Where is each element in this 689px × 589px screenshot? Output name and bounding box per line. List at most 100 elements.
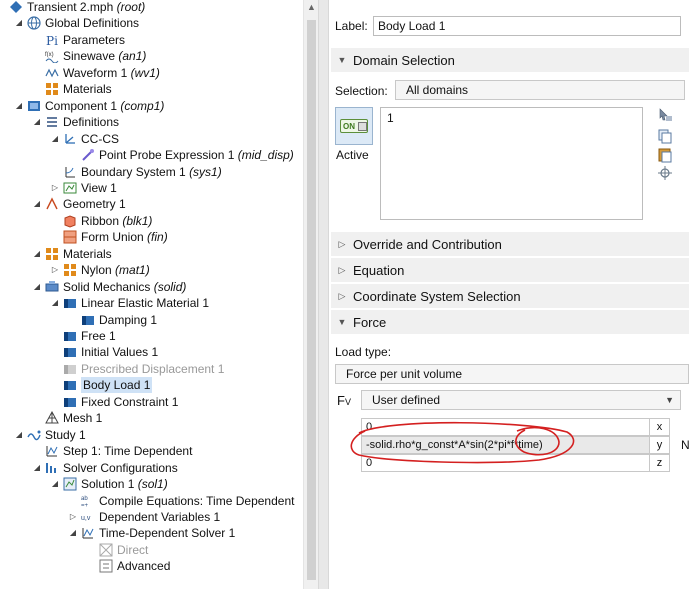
tree-scrollbar[interactable]: ▲ [303, 0, 318, 589]
load-type-dropdown[interactable]: Force per unit volume [335, 364, 689, 384]
force-x-input[interactable]: 0 [361, 418, 650, 436]
tree-node[interactable]: Advanced [86, 558, 170, 574]
tree-node-label: Nylon (mat1) [81, 263, 150, 278]
scrollbar-thumb[interactable] [307, 20, 316, 580]
tree-collapse-icon[interactable]: ◢ [32, 114, 42, 130]
tree-node-label: Fixed Constraint 1 [81, 394, 179, 409]
tree-collapse-icon[interactable]: ◢ [50, 476, 60, 492]
tree-node[interactable]: Fixed Constraint 1 [50, 394, 178, 410]
force-z-input[interactable]: 0 [361, 454, 650, 472]
force-y-input[interactable]: -solid.rho*g_const*A*sin(2*pi*f*time) [361, 436, 650, 454]
selection-dropdown[interactable]: All domains [395, 80, 685, 100]
tree-node[interactable]: ◢ Study 1 [14, 427, 86, 443]
section-domain-selection[interactable]: ▼ Domain Selection [331, 48, 689, 72]
tree-collapse-icon[interactable]: ◢ [14, 98, 24, 114]
time-dependent-step-icon [44, 443, 60, 459]
physics-feature-icon [62, 295, 78, 311]
tree-collapse-icon[interactable]: ◢ [50, 295, 60, 311]
geometry-icon [44, 196, 60, 212]
physics-feature-disabled-icon [62, 361, 78, 377]
tree-node-label: Materials [63, 82, 112, 97]
tree-node[interactable]: ▷ Nylon (mat1) [50, 262, 150, 278]
tree-node[interactable]: ◢ Geometry 1 [32, 196, 126, 212]
scroll-up-icon[interactable]: ▲ [304, 2, 319, 12]
panel-splitter[interactable] [318, 0, 329, 589]
zoom-to-selection-icon[interactable] [658, 166, 672, 180]
tree-node[interactable]: Initial Values 1 [50, 344, 158, 360]
label-field[interactable]: Body Load 1 [373, 16, 681, 36]
tree-expand-icon[interactable]: ▷ [50, 262, 60, 278]
solid-mechanics-icon [44, 279, 60, 295]
tree-node-label: Study 1 [45, 427, 86, 442]
tree-collapse-icon[interactable]: ◢ [32, 279, 42, 295]
tree-collapse-icon[interactable]: ◢ [32, 196, 42, 212]
tree-node[interactable]: ◢ Component 1 (comp1) [14, 98, 164, 114]
tree-expand-icon[interactable]: ▷ [68, 509, 78, 525]
add-to-selection-icon[interactable] [659, 108, 672, 121]
tree-node[interactable]: Boundary System 1 (sys1) [50, 164, 222, 180]
tree-node[interactable]: ◢ Solid Mechanics (solid) [32, 279, 186, 295]
tree-node[interactable]: ◢ Time-Dependent Solver 1 [68, 525, 235, 541]
tree-node-label: Waveform 1 (wv1) [63, 65, 160, 80]
tree-node[interactable]: Direct [86, 542, 148, 558]
physics-subfeature-icon [80, 312, 96, 328]
force-unit: N [681, 438, 689, 452]
section-force[interactable]: ▼ Force [331, 310, 689, 334]
section-equation[interactable]: ▷ Equation [331, 258, 689, 282]
tree-node[interactable]: ▷ View 1 [50, 180, 117, 196]
tree-node[interactable]: Mesh 1 [32, 410, 102, 426]
collapsed-chevron-icon: ▷ [338, 238, 346, 249]
model-builder-tree[interactable]: Transient 2.mph (root) ◢ Global Definition… [0, 0, 318, 589]
tree-node[interactable]: ab =+ Compile Equations: Time Dependent [68, 493, 294, 509]
section-coordinate-system-selection[interactable]: ▷ Coordinate System Selection [331, 284, 689, 308]
tree-node[interactable]: Form Union (fin) [50, 229, 168, 245]
tree-node[interactable]: ◢ Solution 1 (sol1) [50, 476, 168, 492]
tree-node[interactable]: ▷ u,v Dependent Variables 1 [68, 509, 220, 525]
tree-node[interactable]: Prescribed Displacement 1 [50, 361, 224, 377]
section-title: Override and Contribution [353, 236, 502, 252]
domain-list-item[interactable]: 1 [381, 108, 642, 125]
tree-node[interactable]: Body Load 1 [50, 377, 153, 394]
tree-node[interactable]: Free 1 [50, 328, 116, 344]
fv-mode-dropdown[interactable]: User defined ▼ [361, 390, 681, 410]
paste-icon[interactable] [658, 148, 672, 163]
tree-node[interactable]: ◢ Linear Elastic Material 1 [50, 295, 209, 311]
tree-node-label: CC-CS [81, 131, 119, 146]
tree-node[interactable]: Pi Parameters [32, 32, 125, 48]
expanded-chevron-icon: ▼ [337, 55, 347, 65]
svg-text:=+: =+ [81, 503, 89, 508]
tree-node[interactable]: f(x) Sinewave (an1) [32, 48, 146, 64]
tree-node[interactable]: Point Probe Expression 1 (mid_disp) [68, 147, 294, 163]
tree-node[interactable]: ◢ Global Definitions [14, 15, 139, 31]
tree-node[interactable]: Damping 1 [68, 312, 157, 328]
tree-collapse-icon[interactable]: ◢ [32, 246, 42, 262]
tree-node[interactable]: ◢ CC-CS [50, 131, 119, 147]
tree-node[interactable]: ◢ Definitions [32, 114, 119, 130]
section-override-and-contribution[interactable]: ▷ Override and Contribution [331, 232, 689, 256]
tree-node[interactable]: Transient 2.mph (root) [0, 0, 145, 15]
tree-node[interactable]: ◢ Materials [32, 246, 112, 262]
tree-node[interactable]: ◢ Solver Configurations [32, 460, 178, 476]
tree-collapse-icon[interactable]: ◢ [32, 460, 42, 476]
tree-node[interactable]: Step 1: Time Dependent [32, 443, 192, 459]
tree-collapse-icon[interactable]: ◢ [14, 427, 24, 443]
time-dependent-solver-icon [80, 525, 96, 541]
tree-node[interactable]: Waveform 1 (wv1) [32, 65, 160, 81]
domain-list[interactable]: 1 [380, 107, 643, 220]
tree-expand-icon[interactable]: ▷ [50, 180, 60, 196]
tree-node[interactable]: Materials [32, 81, 112, 97]
solution-icon [62, 476, 78, 492]
tree-collapse-icon[interactable]: ◢ [50, 131, 60, 147]
tree-collapse-icon[interactable]: ◢ [14, 15, 24, 31]
block-icon [62, 213, 78, 229]
svg-text:f(x): f(x) [45, 52, 54, 58]
active-toggle-button[interactable]: ON [335, 107, 373, 145]
tree-collapse-icon[interactable]: ◢ [68, 525, 78, 541]
copy-icon[interactable] [658, 129, 672, 144]
direct-solver-icon [98, 542, 114, 558]
tree-node[interactable]: Ribbon (blk1) [50, 213, 152, 229]
